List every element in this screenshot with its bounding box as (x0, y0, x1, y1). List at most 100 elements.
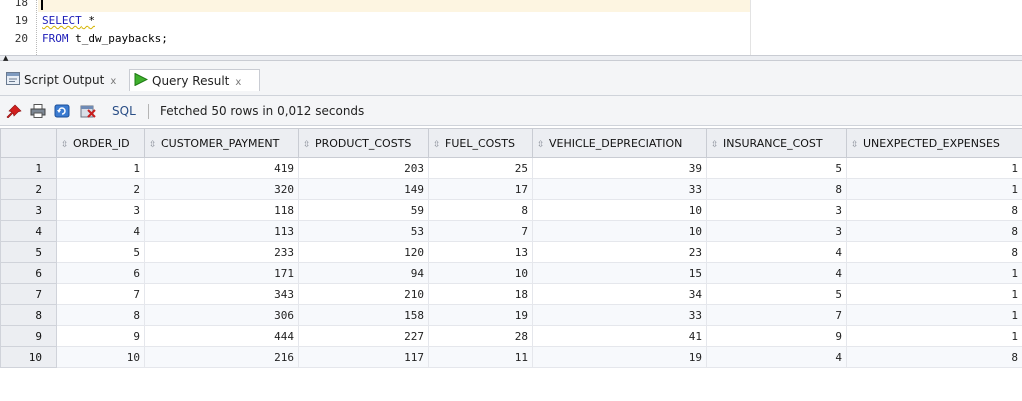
cell-product-costs[interactable]: 94 (298, 262, 429, 284)
cell-insurance-cost[interactable]: 4 (706, 241, 847, 263)
table-row[interactable]: 1 1 419 203 25 39 5 1 (0, 157, 1022, 179)
cell-fuel-costs[interactable]: 13 (428, 241, 533, 263)
print-icon[interactable] (30, 104, 46, 118)
column-header-order-id[interactable]: ⇳ ORDER_ID (56, 128, 145, 158)
cancel-query-icon[interactable] (80, 104, 96, 118)
cell-insurance-cost[interactable]: 8 (706, 178, 847, 200)
cell-unexpected-expenses[interactable]: 1 (846, 178, 1022, 200)
cell-vehicle-depreciation[interactable]: 10 (532, 199, 707, 221)
cell-product-costs[interactable]: 203 (298, 157, 429, 179)
cell-order-id[interactable]: 7 (56, 283, 145, 305)
editor-line-20[interactable]: 20 FROM t_dw_paybacks; (0, 32, 1022, 46)
cell-unexpected-expenses[interactable]: 1 (846, 283, 1022, 305)
cell-product-costs[interactable]: 53 (298, 220, 429, 242)
cell-vehicle-depreciation[interactable]: 33 (532, 304, 707, 326)
cell-unexpected-expenses[interactable]: 1 (846, 304, 1022, 326)
row-number[interactable]: 6 (0, 262, 57, 284)
cell-vehicle-depreciation[interactable]: 23 (532, 241, 707, 263)
row-number[interactable]: 7 (0, 283, 57, 305)
cell-fuel-costs[interactable]: 19 (428, 304, 533, 326)
table-row[interactable]: 10 10 216 117 11 19 4 8 (0, 346, 1022, 368)
cell-unexpected-expenses[interactable]: 8 (846, 220, 1022, 242)
table-row[interactable]: 7 7 343 210 18 34 5 1 (0, 283, 1022, 305)
cell-order-id[interactable]: 10 (56, 346, 145, 368)
row-number[interactable]: 8 (0, 304, 57, 326)
cell-order-id[interactable]: 4 (56, 220, 145, 242)
cell-fuel-costs[interactable]: 7 (428, 220, 533, 242)
cell-insurance-cost[interactable]: 4 (706, 262, 847, 284)
cell-insurance-cost[interactable]: 4 (706, 346, 847, 368)
cell-fuel-costs[interactable]: 8 (428, 199, 533, 221)
cell-customer-payment[interactable]: 216 (144, 346, 299, 368)
cell-product-costs[interactable]: 149 (298, 178, 429, 200)
cell-insurance-cost[interactable]: 3 (706, 199, 847, 221)
cell-product-costs[interactable]: 210 (298, 283, 429, 305)
sort-icon[interactable]: ⇳ (851, 140, 861, 150)
cell-unexpected-expenses[interactable]: 1 (846, 325, 1022, 347)
row-number[interactable]: 3 (0, 199, 57, 221)
table-row[interactable]: 4 4 113 53 7 10 3 8 (0, 220, 1022, 242)
sort-icon[interactable]: ⇳ (61, 140, 71, 150)
sort-icon[interactable]: ⇳ (433, 140, 443, 150)
cell-order-id[interactable]: 8 (56, 304, 145, 326)
column-header-vehicle-depreciation[interactable]: ⇳ VEHICLE_DEPRECIATION (532, 128, 707, 158)
table-row[interactable]: 3 3 118 59 8 10 3 8 (0, 199, 1022, 221)
sort-icon[interactable]: ⇳ (711, 140, 721, 150)
row-number[interactable]: 1 (0, 157, 57, 179)
cell-vehicle-depreciation[interactable]: 19 (532, 346, 707, 368)
tab-query-result[interactable]: Query Result x (129, 69, 260, 91)
cell-fuel-costs[interactable]: 18 (428, 283, 533, 305)
column-header-customer-payment[interactable]: ⇳ CUSTOMER_PAYMENT (144, 128, 299, 158)
column-header-unexpected-expenses[interactable]: ⇳ UNEXPECTED_EXPENSES (846, 128, 1022, 158)
cell-unexpected-expenses[interactable]: 1 (846, 157, 1022, 179)
row-number[interactable]: 4 (0, 220, 57, 242)
cell-fuel-costs[interactable]: 11 (428, 346, 533, 368)
editor-line-18[interactable]: 18 (0, 0, 1022, 10)
cell-order-id[interactable]: 5 (56, 241, 145, 263)
cell-insurance-cost[interactable]: 7 (706, 304, 847, 326)
row-number[interactable]: 10 (0, 346, 57, 368)
table-row[interactable]: 6 6 171 94 10 15 4 1 (0, 262, 1022, 284)
pin-icon[interactable] (6, 104, 22, 119)
cell-product-costs[interactable]: 59 (298, 199, 429, 221)
cell-order-id[interactable]: 2 (56, 178, 145, 200)
column-header-insurance-cost[interactable]: ⇳ INSURANCE_COST (706, 128, 847, 158)
cell-unexpected-expenses[interactable]: 8 (846, 241, 1022, 263)
table-row[interactable]: 2 2 320 149 17 33 8 1 (0, 178, 1022, 200)
cell-insurance-cost[interactable]: 5 (706, 283, 847, 305)
cell-insurance-cost[interactable]: 5 (706, 157, 847, 179)
cell-customer-payment[interactable]: 320 (144, 178, 299, 200)
cell-vehicle-depreciation[interactable]: 10 (532, 220, 707, 242)
sort-icon[interactable]: ⇳ (149, 140, 159, 150)
cell-order-id[interactable]: 1 (56, 157, 145, 179)
cell-customer-payment[interactable]: 171 (144, 262, 299, 284)
cell-unexpected-expenses[interactable]: 8 (846, 199, 1022, 221)
cell-product-costs[interactable]: 117 (298, 346, 429, 368)
cell-customer-payment[interactable]: 113 (144, 220, 299, 242)
cell-customer-payment[interactable]: 419 (144, 157, 299, 179)
refresh-icon[interactable] (54, 104, 70, 118)
sql-link[interactable]: SQL (112, 104, 136, 118)
cell-fuel-costs[interactable]: 10 (428, 262, 533, 284)
row-number[interactable]: 9 (0, 325, 57, 347)
sort-icon[interactable]: ⇳ (303, 140, 313, 150)
table-row[interactable]: 8 8 306 158 19 33 7 1 (0, 304, 1022, 326)
cell-vehicle-depreciation[interactable]: 15 (532, 262, 707, 284)
cell-order-id[interactable]: 9 (56, 325, 145, 347)
row-number[interactable]: 5 (0, 241, 57, 263)
cell-customer-payment[interactable]: 444 (144, 325, 299, 347)
table-row[interactable]: 5 5 233 120 13 23 4 8 (0, 241, 1022, 263)
cell-unexpected-expenses[interactable]: 1 (846, 262, 1022, 284)
cell-insurance-cost[interactable]: 3 (706, 220, 847, 242)
table-row[interactable]: 9 9 444 227 28 41 9 1 (0, 325, 1022, 347)
cell-customer-payment[interactable]: 343 (144, 283, 299, 305)
cell-product-costs[interactable]: 227 (298, 325, 429, 347)
cell-order-id[interactable]: 6 (56, 262, 145, 284)
row-number[interactable]: 2 (0, 178, 57, 200)
cell-product-costs[interactable]: 120 (298, 241, 429, 263)
cell-customer-payment[interactable]: 118 (144, 199, 299, 221)
column-header-fuel-costs[interactable]: ⇳ FUEL_COSTS (428, 128, 533, 158)
cell-vehicle-depreciation[interactable]: 39 (532, 157, 707, 179)
cell-product-costs[interactable]: 158 (298, 304, 429, 326)
tab-script-output[interactable]: Script Output x (2, 69, 129, 91)
